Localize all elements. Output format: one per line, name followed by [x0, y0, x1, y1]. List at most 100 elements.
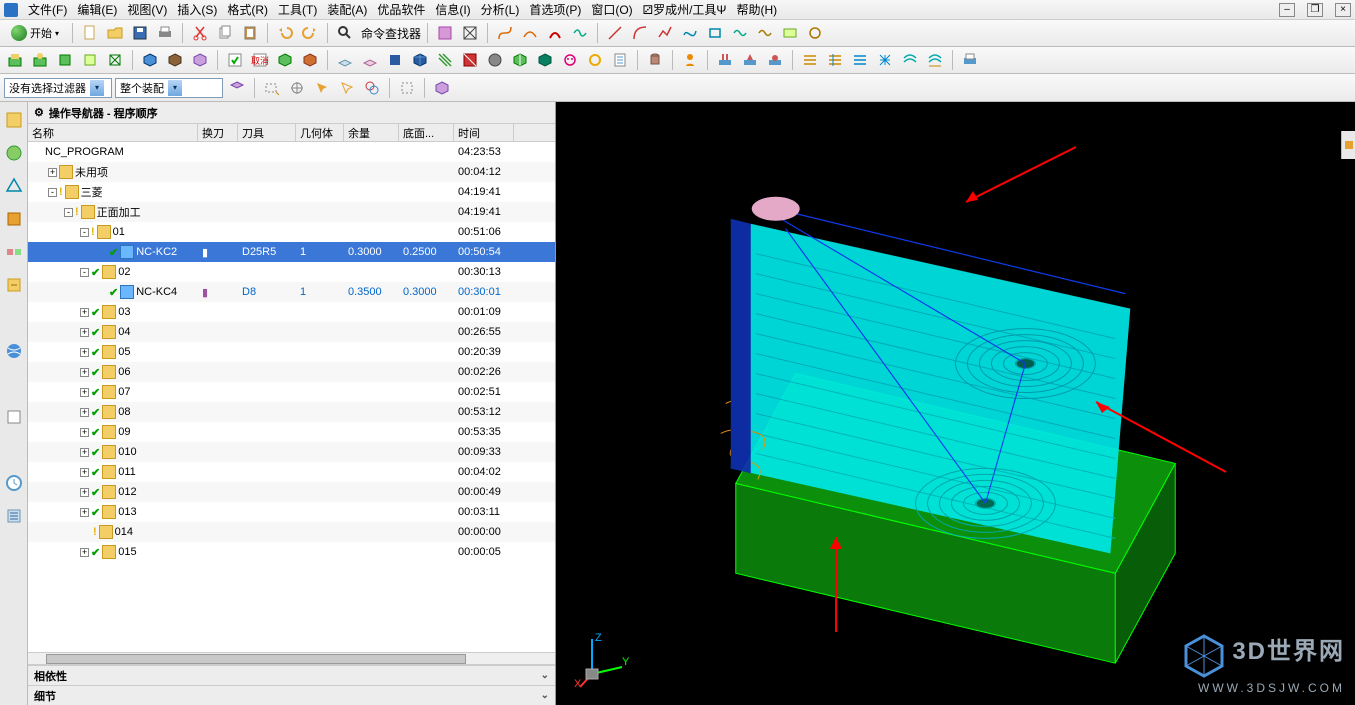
menu-analysis[interactable]: 分析(L) — [481, 1, 520, 18]
post-button[interactable] — [609, 49, 631, 71]
shade-1[interactable] — [334, 49, 356, 71]
strat-2[interactable] — [824, 49, 846, 71]
sketch-tool-2[interactable] — [804, 22, 826, 44]
wave-tool-2[interactable] — [754, 22, 776, 44]
col-time[interactable]: 时间 — [454, 124, 514, 141]
table-row[interactable]: -!0100:51:06 — [28, 222, 555, 242]
nav-clock-icon[interactable] — [4, 473, 24, 493]
tb1-b[interactable] — [459, 22, 481, 44]
table-row[interactable]: +✔01000:09:33 — [28, 442, 555, 462]
arc-tool[interactable] — [629, 22, 651, 44]
cube-iso-1[interactable] — [139, 49, 161, 71]
table-row[interactable]: +✔0500:20:39 — [28, 342, 555, 362]
paste-button[interactable] — [239, 22, 261, 44]
table-row[interactable]: +✔01500:00:05 — [28, 542, 555, 562]
mill-1[interactable] — [714, 49, 736, 71]
menu-insert[interactable]: 插入(S) — [177, 1, 217, 18]
sel-tool-5[interactable] — [336, 77, 358, 99]
nav-constraint-icon[interactable] — [4, 275, 24, 295]
ring-icon[interactable] — [584, 49, 606, 71]
expander-icon[interactable]: - — [48, 188, 57, 197]
shade-5[interactable] — [434, 49, 456, 71]
table-row[interactable]: ✔NC-KC4▮D810.35000.300000:30:01 — [28, 282, 555, 302]
copy-button[interactable] — [214, 22, 236, 44]
mill-3[interactable] — [764, 49, 786, 71]
strat-3[interactable] — [849, 49, 871, 71]
strat-4[interactable] — [874, 49, 896, 71]
menu-youpin[interactable]: 优品软件 — [377, 1, 425, 18]
shade-6[interactable] — [459, 49, 481, 71]
expander-icon[interactable]: + — [80, 508, 89, 517]
close-button[interactable]: × — [1335, 3, 1351, 17]
menu-view[interactable]: 视图(V) — [127, 1, 167, 18]
mill-2[interactable] — [739, 49, 761, 71]
minimize-button[interactable]: – — [1279, 3, 1295, 17]
cam-op-1[interactable] — [4, 49, 26, 71]
can-icon[interactable] — [644, 49, 666, 71]
sel-tool-4[interactable] — [311, 77, 333, 99]
curve-4[interactable] — [569, 22, 591, 44]
sel-tool-7[interactable] — [396, 77, 418, 99]
table-row[interactable]: +✔01200:00:49 — [28, 482, 555, 502]
menu-tools[interactable]: 工具(T) — [278, 1, 317, 18]
sel-tool-2[interactable] — [261, 77, 283, 99]
table-row[interactable]: !01400:00:00 — [28, 522, 555, 542]
expander-icon[interactable]: + — [80, 408, 89, 417]
nav-operation-icon[interactable] — [4, 110, 24, 130]
curve-2[interactable] — [519, 22, 541, 44]
nav-internet-icon[interactable] — [4, 341, 24, 361]
table-row[interactable]: +✔0400:26:55 — [28, 322, 555, 342]
expander-icon[interactable]: + — [80, 388, 89, 397]
strat-1[interactable] — [799, 49, 821, 71]
table-row[interactable]: +✔0900:53:35 — [28, 422, 555, 442]
expander-icon[interactable]: + — [80, 448, 89, 457]
sel-tool-6[interactable] — [361, 77, 383, 99]
table-row[interactable]: +✔0700:02:51 — [28, 382, 555, 402]
wave-tool-1[interactable] — [729, 22, 751, 44]
save-button[interactable] — [129, 22, 151, 44]
nav-assembly-icon[interactable] — [4, 242, 24, 262]
strat-5[interactable] — [899, 49, 921, 71]
nav-geometry-icon[interactable] — [4, 176, 24, 196]
nav-history-icon[interactable] — [4, 407, 24, 427]
cam-op-3[interactable] — [54, 49, 76, 71]
table-row[interactable]: -!三菱04:19:41 — [28, 182, 555, 202]
shade-7[interactable] — [484, 49, 506, 71]
expander-icon[interactable]: - — [80, 228, 89, 237]
expander-icon[interactable]: + — [48, 168, 57, 177]
table-row[interactable]: +✔0600:02:26 — [28, 362, 555, 382]
menu-file[interactable]: 文件(F) — [28, 1, 67, 18]
cube-iso-3[interactable] — [189, 49, 211, 71]
col-name[interactable]: 名称 — [28, 124, 198, 141]
table-row[interactable]: NC_PROGRAM04:23:53 — [28, 142, 555, 162]
generate-button[interactable] — [224, 49, 246, 71]
line-tool[interactable] — [604, 22, 626, 44]
printer-2-button[interactable] — [959, 49, 981, 71]
col-geom[interactable]: 几何体 — [296, 124, 344, 141]
undo-button[interactable] — [274, 22, 296, 44]
person-icon[interactable] — [679, 49, 701, 71]
strat-6[interactable] — [924, 49, 946, 71]
3d-viewport[interactable]: Z Y X 3D世界网 WWW.3DSJW.COM — [556, 102, 1355, 705]
cube-iso-2[interactable] — [164, 49, 186, 71]
shade-9[interactable] — [534, 49, 556, 71]
col-bot[interactable]: 底面... — [399, 124, 454, 141]
tree-grid-body[interactable]: NC_PROGRAM04:23:53+未用项00:04:12-!三菱04:19:… — [28, 142, 555, 652]
menu-edit[interactable]: 编辑(E) — [77, 1, 117, 18]
table-row[interactable]: +✔0800:53:12 — [28, 402, 555, 422]
detail-section[interactable]: 细节 ⌄ — [28, 685, 555, 705]
tb1-a[interactable] — [434, 22, 456, 44]
sel-tool-3[interactable] — [286, 77, 308, 99]
menu-help[interactable]: 帮助(H) — [736, 1, 777, 18]
rect-tool[interactable] — [704, 22, 726, 44]
cam-op-2[interactable] — [29, 49, 51, 71]
cam-op-5[interactable] — [104, 49, 126, 71]
verify-button[interactable] — [274, 49, 296, 71]
filter-dropdown[interactable]: 没有选择过滤器 ▾ — [4, 78, 112, 98]
restore-button[interactable]: ❐ — [1307, 3, 1323, 17]
table-row[interactable]: -!正面加工04:19:41 — [28, 202, 555, 222]
print-button[interactable] — [154, 22, 176, 44]
cancel-op-button[interactable]: 取消 — [249, 49, 271, 71]
curve-3[interactable] — [544, 22, 566, 44]
spline-tool[interactable] — [679, 22, 701, 44]
